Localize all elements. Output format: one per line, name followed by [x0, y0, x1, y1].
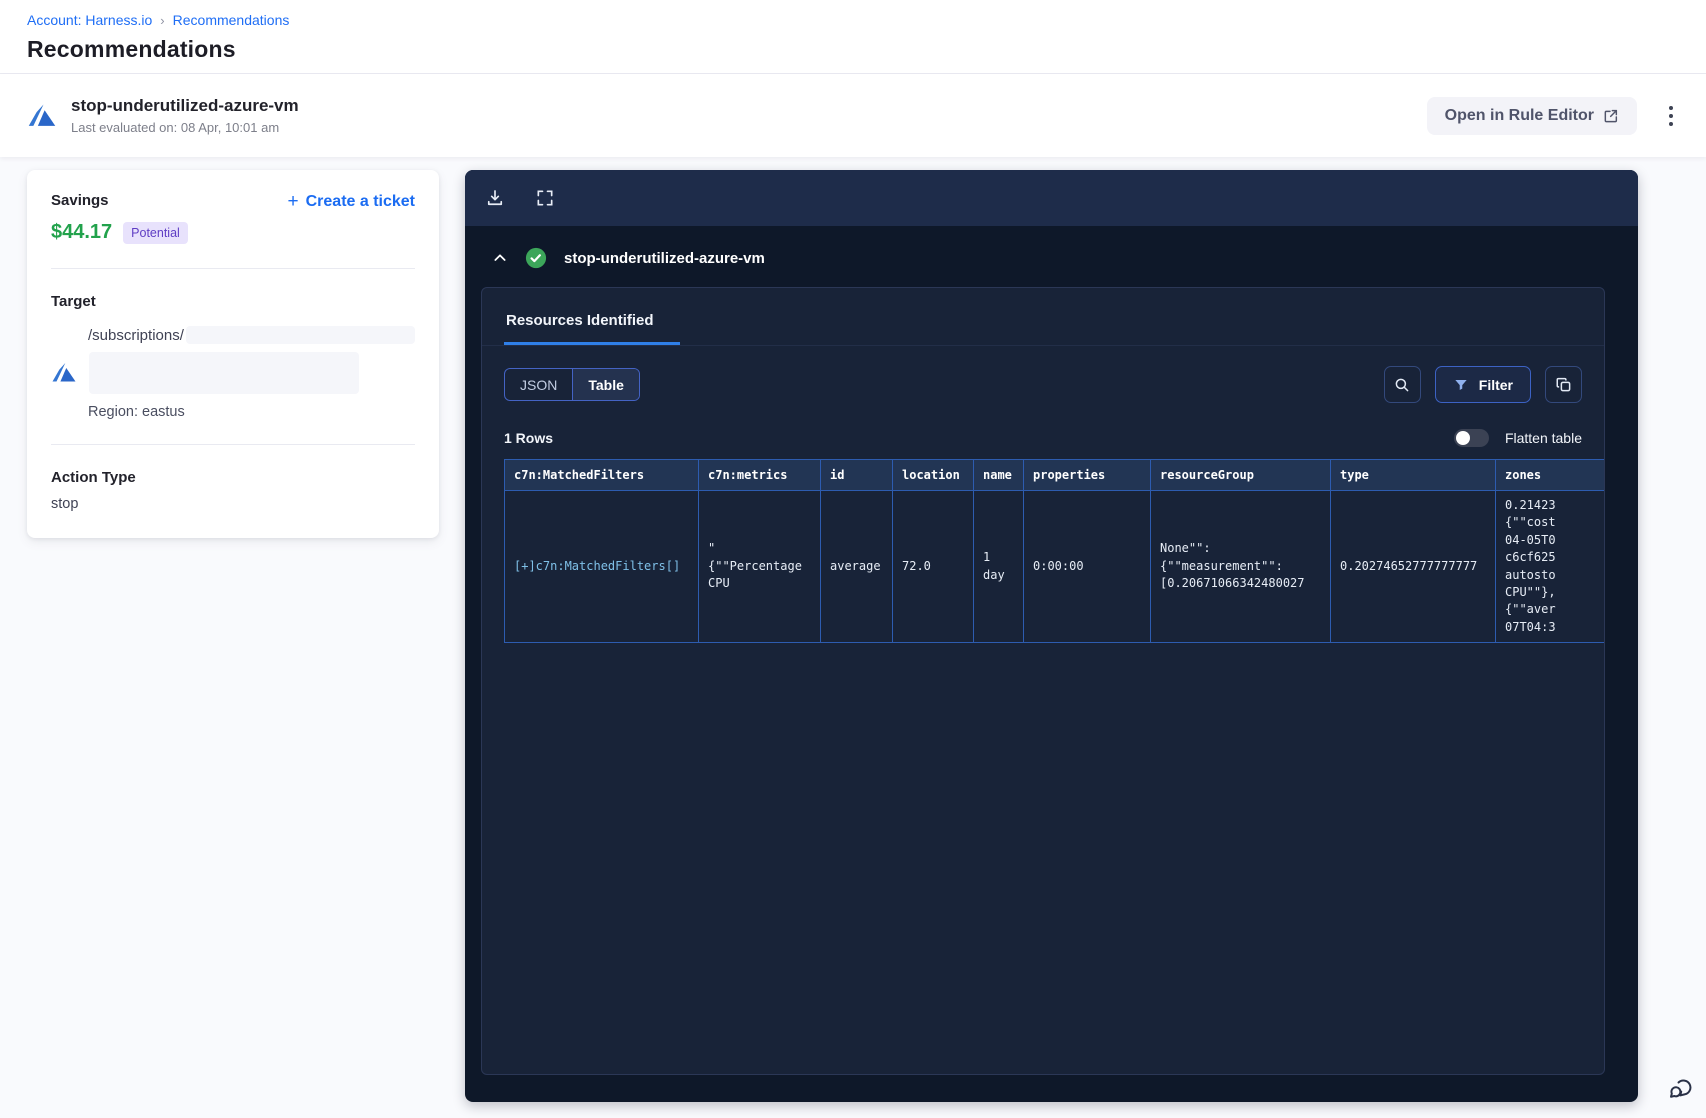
cell-id: average	[820, 489, 893, 644]
divider	[51, 268, 415, 269]
view-mode-toggle: JSON Table	[504, 368, 640, 401]
check-circle-icon	[525, 247, 547, 269]
flatten-table-label: Flatten table	[1504, 430, 1582, 446]
create-ticket-button[interactable]: + Create a ticket	[288, 192, 416, 211]
redacted-text	[89, 352, 359, 394]
search-button[interactable]	[1383, 366, 1421, 403]
recommendation-heading: stop-underutilized-azure-vm Last evaluat…	[71, 96, 299, 135]
expand-matched-filters-link[interactable]: [+]c7n:MatchedFilters[]	[504, 489, 699, 644]
breadcrumb-separator: ›	[160, 12, 165, 28]
tabs-bar: Resources Identified	[482, 288, 1604, 346]
plus-icon: +	[287, 191, 299, 212]
table-controls: JSON Table Filter	[482, 346, 1604, 403]
table-row: [+]c7n:MatchedFilters[] " {""Percentage …	[504, 489, 1604, 644]
column-header: c7n:metrics	[698, 459, 821, 491]
region-text: Region: eastus	[88, 404, 185, 420]
external-link-icon	[1604, 109, 1618, 122]
resources-card: Resources Identified JSON Table Filter 1…	[481, 287, 1605, 1075]
cell-name: 1 day	[973, 489, 1024, 644]
column-header: location	[892, 459, 974, 491]
recommendation-header: stop-underutilized-azure-vm Last evaluat…	[0, 74, 1706, 157]
open-rule-editor-button[interactable]: Open in Rule Editor	[1426, 96, 1637, 135]
page-title: Recommendations	[27, 36, 236, 62]
toggle-knob	[1455, 431, 1470, 445]
execution-output-panel: stop-underutilized-azure-vm Resources Id…	[465, 170, 1638, 1102]
savings-label: Savings	[51, 192, 109, 209]
top-bar: Account: Harness.io › Recommendations Re…	[0, 0, 1706, 74]
last-evaluated-text: Last evaluated on: 08 Apr, 10:01 am	[71, 120, 280, 135]
cell-zones: 0.21423 {""cost 04-05T0 c6cf625 autosto …	[1495, 489, 1604, 644]
rule-result-title: stop-underutilized-azure-vm	[564, 249, 765, 267]
divider	[51, 444, 415, 445]
column-header: resourceGroup	[1150, 459, 1331, 491]
azure-icon	[28, 104, 56, 126]
fullscreen-icon[interactable]	[535, 188, 555, 208]
kebab-icon[interactable]	[1663, 100, 1679, 132]
panel-toolbar	[465, 170, 1638, 226]
column-header: id	[820, 459, 893, 491]
page: Account: Harness.io › Recommendations Re…	[0, 0, 1706, 1118]
table-header-row: c7n:MatchedFilters c7n:metrics id locati…	[504, 459, 1604, 491]
table-meta-row: 1 Rows Flatten table	[482, 403, 1604, 447]
action-type-label: Action Type	[51, 469, 136, 486]
search-icon	[1395, 378, 1409, 391]
filter-label: Filter	[1478, 376, 1513, 393]
target-label: Target	[51, 293, 96, 310]
copy-icon	[1556, 377, 1570, 391]
cell-resource-group: None"": {""measurement"": [0.20671066342…	[1150, 489, 1331, 644]
column-header: name	[973, 459, 1024, 491]
savings-amount: $44.17	[51, 221, 113, 243]
cell-properties: 0:00:00	[1023, 489, 1151, 644]
breadcrumb-recommendations-link[interactable]: Recommendations	[173, 12, 290, 28]
cell-metrics: " {""Percentage CPU	[698, 489, 821, 644]
create-ticket-label: Create a ticket	[305, 192, 415, 210]
column-header: type	[1330, 459, 1496, 491]
flatten-table-toggle[interactable]	[1453, 429, 1489, 447]
savings-card: Savings + Create a ticket $44.17 Potenti…	[27, 170, 439, 538]
open-rule-editor-label: Open in Rule Editor	[1444, 106, 1594, 124]
breadcrumb-account-link[interactable]: Account: Harness.io	[27, 12, 152, 28]
cell-type: 0.20274652777777777	[1330, 489, 1496, 644]
filter-button[interactable]: Filter	[1434, 366, 1531, 403]
cell-location: 72.0	[892, 489, 974, 644]
table-container: c7n:MatchedFilters c7n:metrics id locati…	[504, 459, 1604, 644]
rule-result-header[interactable]: stop-underutilized-azure-vm	[465, 226, 1638, 285]
breadcrumb: Account: Harness.io › Recommendations	[27, 12, 1679, 28]
target-path: /subscriptions/	[88, 326, 184, 344]
resources-table: c7n:MatchedFilters c7n:metrics id locati…	[504, 459, 1604, 644]
column-header: c7n:MatchedFilters	[504, 459, 699, 491]
action-type-value: stop	[51, 496, 79, 512]
download-icon[interactable]	[485, 188, 505, 208]
view-json-button[interactable]: JSON	[505, 369, 572, 400]
recommendation-title: stop-underutilized-azure-vm	[71, 96, 299, 115]
potential-badge: Potential	[123, 221, 188, 244]
chevron-up-icon[interactable]	[492, 250, 508, 266]
azure-icon	[52, 363, 76, 382]
copy-button[interactable]	[1545, 366, 1582, 403]
content-area: Savings + Create a ticket $44.17 Potenti…	[0, 157, 1706, 1102]
column-header: zones	[1495, 459, 1604, 491]
chat-icon[interactable]	[1665, 1073, 1697, 1105]
filter-icon	[1455, 379, 1467, 390]
rows-count: 1 Rows	[504, 430, 554, 446]
tab-resources-identified[interactable]: Resources Identified	[504, 312, 680, 345]
view-table-button[interactable]: Table	[572, 369, 639, 400]
redacted-text	[185, 326, 415, 344]
column-header: properties	[1023, 459, 1151, 491]
